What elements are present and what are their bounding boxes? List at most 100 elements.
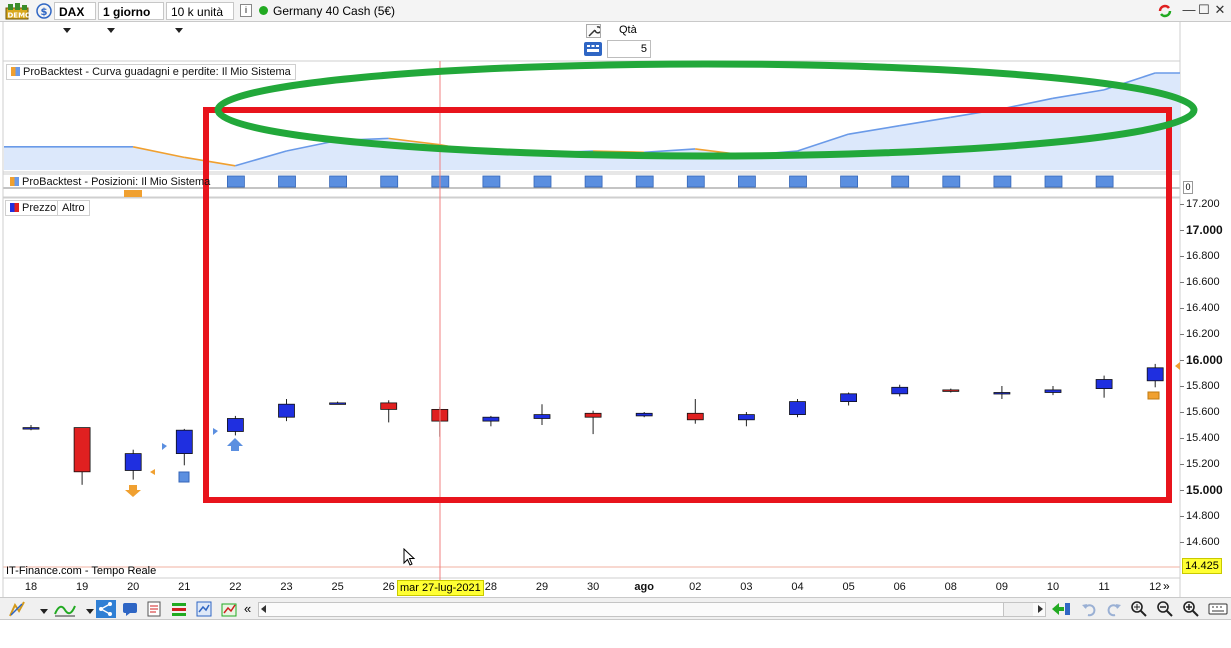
x-axis-label: ago bbox=[634, 581, 654, 593]
x-axis-label: 29 bbox=[535, 581, 549, 593]
position-marker bbox=[380, 175, 399, 188]
x-axis-label: 03 bbox=[740, 581, 753, 593]
next-page-icon[interactable]: » bbox=[1163, 579, 1170, 593]
drawing-tools-icon[interactable] bbox=[8, 600, 26, 618]
scroll-start-icon[interactable]: « bbox=[244, 600, 256, 618]
chevron-down-icon[interactable] bbox=[36, 600, 48, 618]
position-marker bbox=[329, 175, 348, 188]
y-axis-label: 15.400 bbox=[1186, 432, 1220, 444]
data-source-label: IT-Finance.com - Tempo Reale bbox=[6, 565, 157, 577]
positions-value-badge: 0 bbox=[1183, 181, 1193, 194]
trading-system-icon[interactable] bbox=[220, 600, 238, 618]
candle-body bbox=[1095, 379, 1113, 390]
share-icon[interactable] bbox=[96, 600, 116, 618]
backtest-icon[interactable] bbox=[170, 600, 188, 618]
horizontal-scrollbar[interactable] bbox=[258, 602, 1046, 617]
position-marker bbox=[584, 175, 603, 188]
candle-body bbox=[533, 414, 551, 419]
legend-swatch bbox=[10, 203, 19, 212]
candle-body bbox=[124, 453, 142, 471]
price-panel-title: Prezzo bbox=[22, 202, 57, 214]
y-axis-label: 15.000 bbox=[1186, 483, 1223, 497]
zoom-out-icon[interactable] bbox=[1156, 600, 1174, 618]
x-axis-label: 28 bbox=[484, 581, 498, 593]
candle-body bbox=[686, 412, 704, 421]
position-marker bbox=[533, 175, 552, 188]
equity-panel-label[interactable]: ProBacktest - Curva guadagni e perdite: … bbox=[6, 64, 296, 80]
price-panel-tab[interactable]: Prezzo bbox=[5, 200, 62, 216]
autoscroll-icon[interactable] bbox=[1050, 600, 1072, 618]
current-price-badge: 14.425 bbox=[1182, 558, 1222, 574]
position-marker bbox=[738, 175, 756, 188]
chevron-down-icon[interactable] bbox=[82, 600, 94, 618]
x-axis-label: 06 bbox=[893, 581, 906, 593]
y-axis-tick bbox=[1180, 386, 1184, 387]
other-tab[interactable]: Altro bbox=[57, 200, 90, 216]
x-axis-label: 12 bbox=[1149, 581, 1162, 593]
y-axis-tick bbox=[1180, 308, 1184, 309]
price-panel bbox=[2, 197, 1181, 579]
redo-icon[interactable] bbox=[1105, 600, 1123, 618]
position-marker bbox=[1044, 175, 1063, 188]
zoom-in-icon[interactable] bbox=[1182, 600, 1200, 618]
x-axis-label: 23 bbox=[280, 581, 293, 593]
y-axis-tick bbox=[1180, 256, 1184, 257]
positions-panel-title: ProBacktest - Posizioni: Il Mio Sistema bbox=[22, 176, 211, 188]
x-axis-label: 11 bbox=[1098, 581, 1110, 593]
y-axis-tick bbox=[1180, 542, 1184, 543]
y-axis-tick bbox=[1180, 438, 1184, 439]
scroll-right-arrow[interactable] bbox=[1038, 605, 1043, 613]
y-axis-label: 15.600 bbox=[1186, 406, 1220, 418]
position-marker bbox=[686, 175, 705, 188]
position-marker-short bbox=[124, 190, 142, 197]
candle-body bbox=[73, 427, 91, 473]
x-axis-label: 20 bbox=[127, 581, 140, 593]
indicators-icon[interactable] bbox=[54, 600, 76, 618]
candle-body bbox=[584, 412, 602, 418]
y-axis-tick bbox=[1180, 282, 1184, 283]
candle-body bbox=[380, 402, 398, 410]
mouse-cursor-icon bbox=[403, 548, 416, 566]
positions-panel-label[interactable]: ProBacktest - Posizioni: Il Mio Sistema bbox=[6, 175, 214, 191]
candle-body bbox=[840, 393, 857, 402]
equity-panel-title: ProBacktest - Curva guadagni e perdite: … bbox=[23, 66, 291, 78]
keyboard-shortcuts-icon[interactable] bbox=[1208, 600, 1228, 618]
report-icon[interactable] bbox=[145, 600, 163, 618]
y-axis-label: 17.200 bbox=[1186, 198, 1220, 210]
candle-body bbox=[22, 427, 40, 430]
y-axis-label: 16.000 bbox=[1186, 353, 1223, 367]
screener-icon[interactable] bbox=[195, 600, 213, 618]
target-marker-icon bbox=[1147, 391, 1160, 400]
scroll-thumb[interactable] bbox=[1003, 603, 1033, 616]
y-axis-tick bbox=[1180, 334, 1184, 335]
candle-body bbox=[278, 403, 295, 418]
zoom-fit-icon[interactable] bbox=[1130, 600, 1148, 618]
x-axis-label: 26 bbox=[382, 581, 395, 593]
candle-body bbox=[738, 414, 755, 421]
undo-icon[interactable] bbox=[1080, 600, 1098, 618]
candle-body bbox=[1044, 389, 1062, 393]
y-axis-label: 14.800 bbox=[1186, 510, 1220, 522]
scroll-left-arrow[interactable] bbox=[261, 605, 266, 613]
y-axis-label: 15.800 bbox=[1186, 380, 1220, 392]
y-axis-tick bbox=[1180, 204, 1184, 205]
comment-icon[interactable] bbox=[121, 600, 139, 618]
x-axis-label: 19 bbox=[75, 581, 89, 593]
candle-body bbox=[635, 412, 653, 417]
stop-marker-icon bbox=[178, 471, 190, 483]
bottom-toolbar: « bbox=[0, 597, 1231, 620]
y-axis-label: 16.400 bbox=[1186, 302, 1220, 314]
cursor-date-badge: mar 27-lug-2021 bbox=[397, 580, 484, 596]
y-axis-label: 14.600 bbox=[1186, 536, 1220, 548]
candle-body bbox=[891, 386, 909, 395]
position-marker bbox=[482, 175, 501, 188]
position-marker bbox=[993, 175, 1012, 188]
position-marker bbox=[942, 175, 961, 188]
y-axis-label: 16.800 bbox=[1186, 250, 1220, 262]
x-axis-label: 18 bbox=[24, 581, 38, 593]
y-axis-tick bbox=[1180, 516, 1184, 517]
y-axis-tick bbox=[1180, 230, 1184, 231]
candle-body bbox=[789, 401, 806, 416]
candle-body bbox=[329, 402, 347, 405]
y-axis-label: 16.200 bbox=[1186, 328, 1220, 340]
